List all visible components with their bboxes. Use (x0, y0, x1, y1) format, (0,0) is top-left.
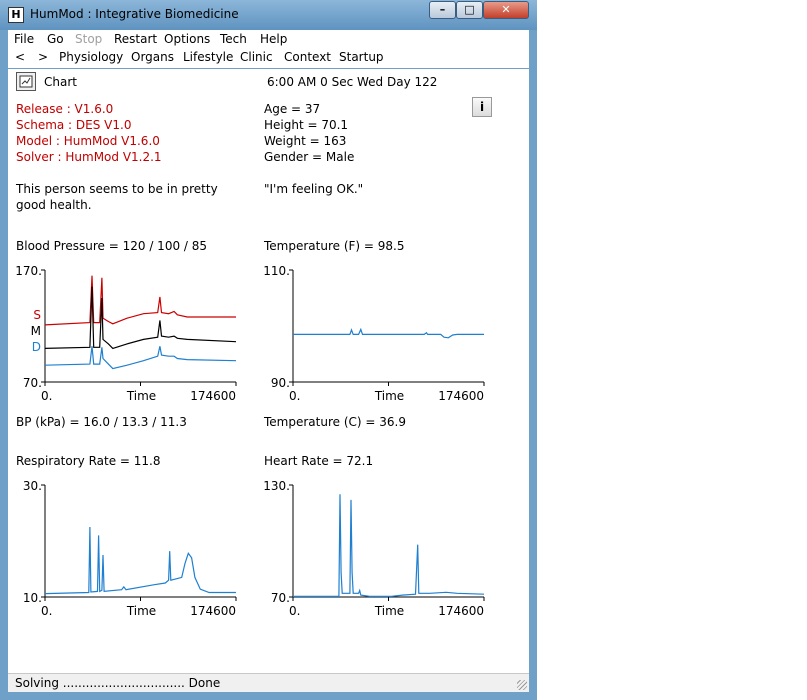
bp-x-axis-label: Time (126, 389, 156, 403)
resp-y-tick-label-max: 30. (23, 479, 42, 493)
temp_f-x-tick-label-start: 0. (289, 389, 300, 403)
nav-context[interactable]: Context (284, 50, 331, 64)
nav-organs[interactable]: Organs (131, 50, 174, 64)
resize-grip-icon[interactable] (517, 680, 527, 690)
hr-y-tick-label-max: 130. (263, 479, 290, 493)
menu-bar: File Go Stop Restart Options Tech Help (8, 30, 529, 49)
close-button[interactable]: ✕ (483, 1, 529, 19)
bp-series-line-d (44, 346, 237, 370)
bp-y-tick-label-min: 70. (23, 376, 42, 390)
bp-legend-s: S (33, 308, 41, 322)
hr-y-tick-label-min: 70. (271, 591, 290, 605)
maximize-icon: □ (464, 3, 475, 16)
nav-clinic[interactable]: Clinic (240, 50, 273, 64)
resp-x-axis-label: Time (126, 604, 156, 618)
hr-x-axis-label: Time (374, 604, 404, 618)
nav-bar: < > Physiology Organs Lifestyle Clinic C… (8, 49, 529, 68)
bp-x-tick-label-start: 0. (41, 389, 52, 403)
minimize-icon: – (439, 3, 446, 16)
hr-series-line (293, 494, 485, 598)
temp_f-series-line (293, 327, 484, 339)
menu-restart[interactable]: Restart (114, 32, 157, 46)
bp-legend-m: M (31, 324, 41, 338)
menu-options[interactable]: Options (164, 32, 210, 46)
menu-stop: Stop (75, 32, 103, 46)
temp_f-y-tick-label-min: 90. (271, 376, 290, 390)
hr-x-tick-label-end: 174600 (438, 604, 484, 618)
app-icon[interactable]: H (8, 7, 24, 23)
menu-file[interactable]: File (14, 32, 34, 46)
menu-tech[interactable]: Tech (220, 32, 247, 46)
menu-go[interactable]: Go (47, 32, 64, 46)
bp-x-tick-label-end: 174600 (190, 389, 236, 403)
resp-x-tick-label-start: 0. (41, 604, 52, 618)
bp-y-tick-label-max: 170. (15, 264, 42, 278)
status-text: Solving ................................… (15, 676, 221, 690)
nav-forward-button[interactable]: > (38, 50, 48, 64)
nav-startup[interactable]: Startup (339, 50, 384, 64)
resp-y-tick-label-min: 10. (23, 591, 42, 605)
main-panel: Chart 6:00 AM 0 Sec Wed Day 122 i Releas… (8, 69, 529, 673)
maximize-button[interactable]: □ (456, 1, 483, 19)
nav-lifestyle[interactable]: Lifestyle (183, 50, 233, 64)
close-icon: ✕ (501, 3, 511, 16)
status-bar: Solving ................................… (8, 673, 529, 692)
window-title: HumMod : Integrative Biomedicine (30, 7, 239, 21)
app-window: H HumMod : Integrative Biomedicine – □ ✕… (0, 0, 537, 700)
temp_f-y-tick-label-max: 110. (263, 264, 290, 278)
hr-x-tick-label-start: 0. (289, 604, 300, 618)
temp_f-x-axis-label: Time (374, 389, 404, 403)
resp-series-line (44, 526, 236, 595)
charts-canvas: 170.70.0. 174600TimeSMD110.90.0. 174600Tim… (15, 264, 485, 618)
temp_f-x-tick-label-end: 174600 (438, 389, 484, 403)
nav-back-button[interactable]: < (15, 50, 25, 64)
title-bar[interactable]: H HumMod : Integrative Biomedicine – □ ✕ (0, 0, 537, 30)
minimize-button[interactable]: – (429, 1, 456, 19)
bp-legend-d: D (32, 340, 41, 354)
resp-x-tick-label-end: 174600 (190, 604, 236, 618)
nav-physiology[interactable]: Physiology (59, 50, 123, 64)
menu-help[interactable]: Help (260, 32, 287, 46)
bp-series-line-s (44, 275, 236, 326)
